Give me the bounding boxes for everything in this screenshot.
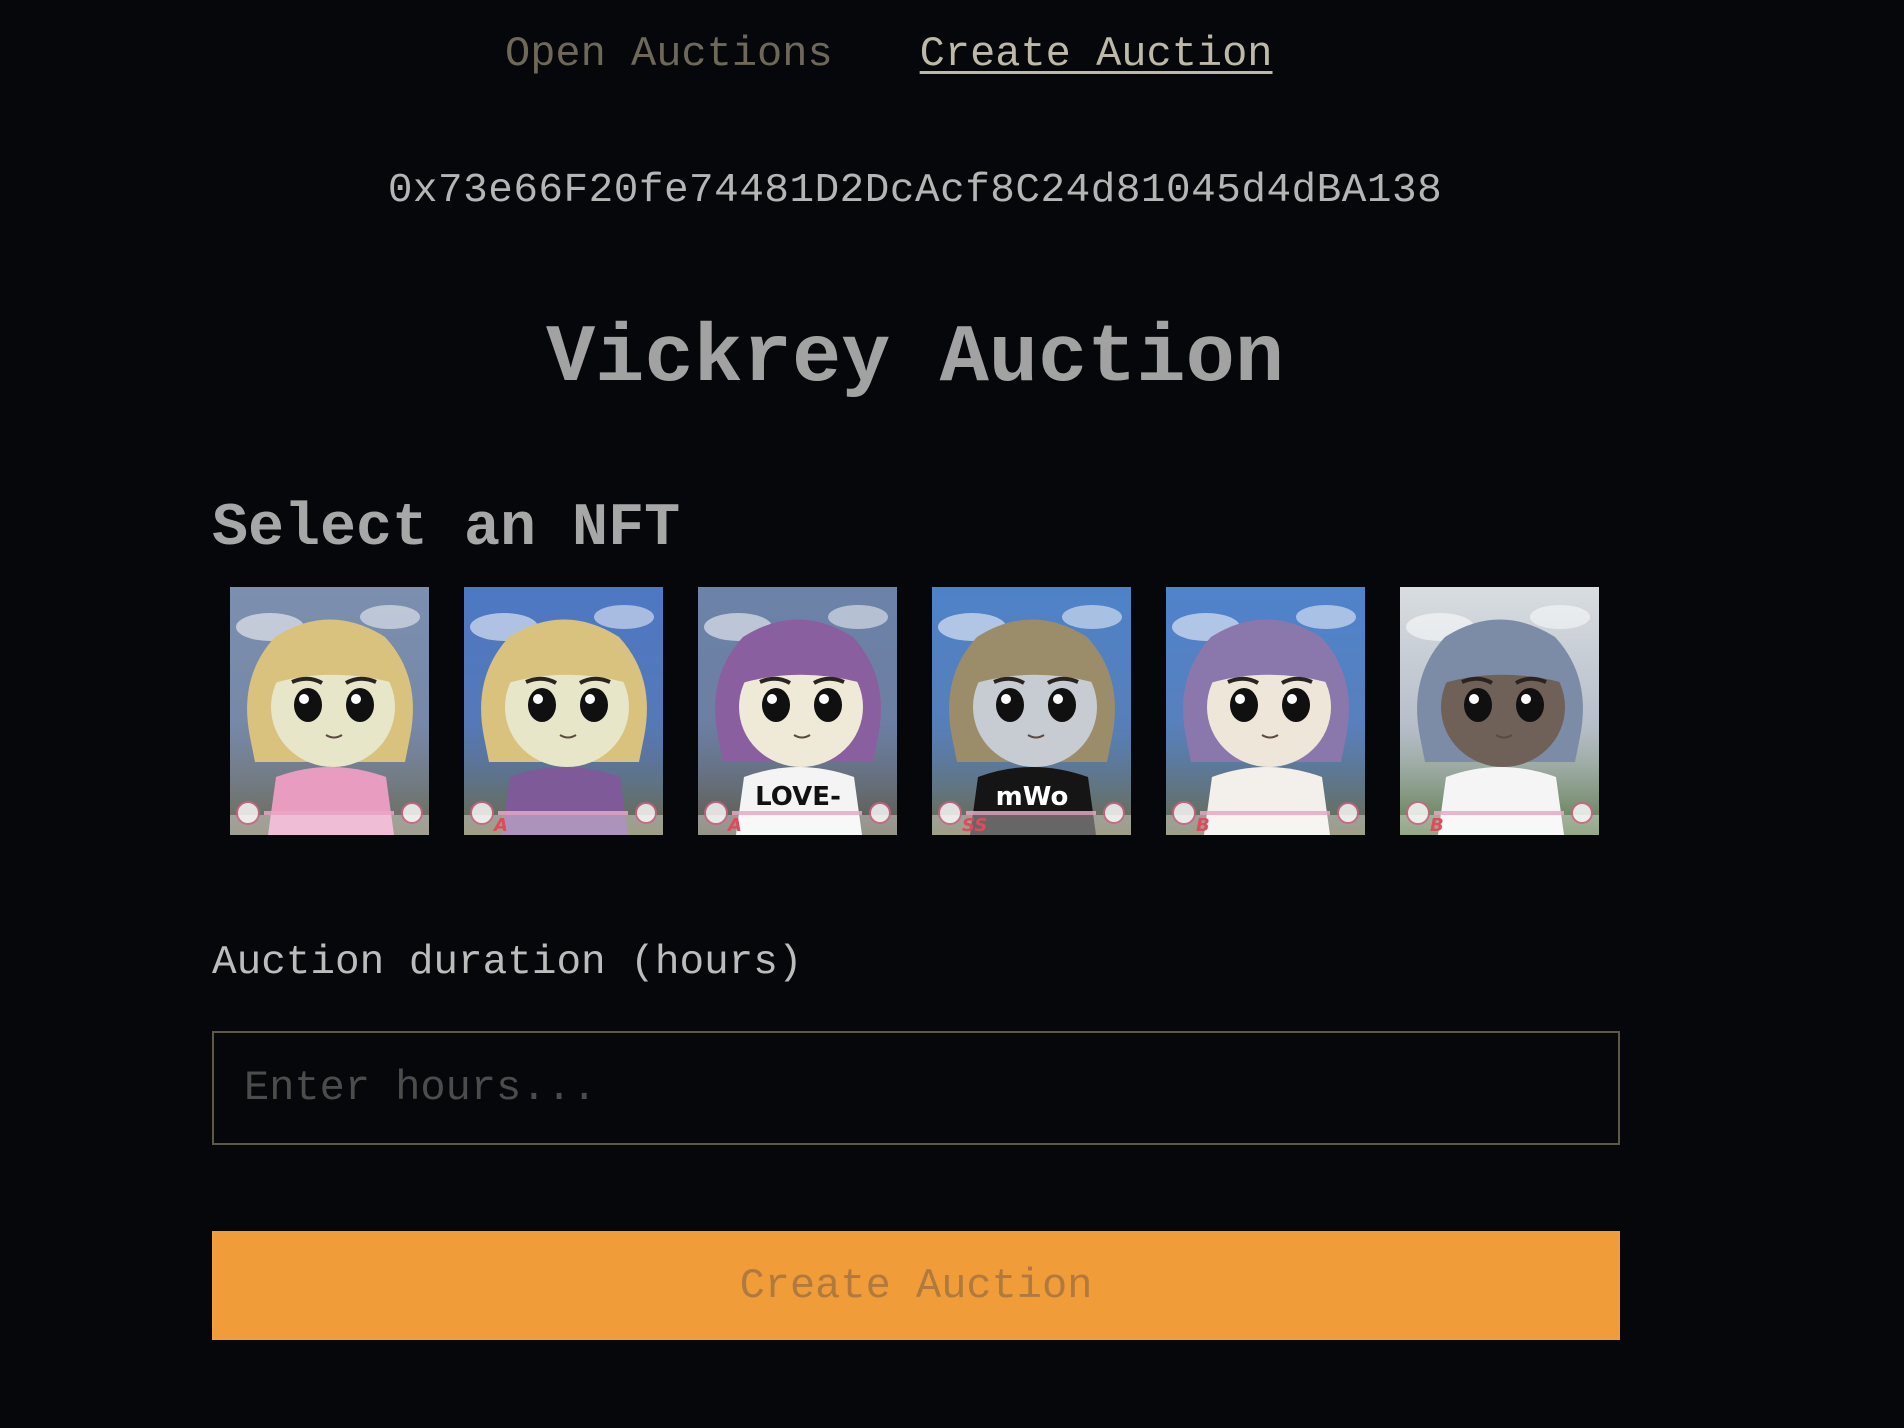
nft-card-6[interactable]: B xyxy=(1400,587,1599,835)
create-auction-page: Open Auctions Create Auction 0x73e66F20f… xyxy=(0,0,1904,1428)
page-title: Vickrey Auction xyxy=(545,312,1285,405)
nft-rank-badge: A xyxy=(492,815,508,835)
nft-avatar-image: B xyxy=(1400,587,1599,835)
nft-card-2[interactable]: A xyxy=(464,587,663,835)
wallet-address: 0x73e66F20fe74481D2DcAcf8C24d81045d4dBA1… xyxy=(387,168,1443,214)
nft-rank-badge: A xyxy=(726,815,742,835)
nft-card-1[interactable] xyxy=(230,587,429,835)
top-nav: Open Auctions Create Auction xyxy=(505,30,1273,78)
auction-duration-label: Auction duration (hours) xyxy=(212,940,803,986)
nft-card-4[interactable]: mWo SS xyxy=(932,587,1131,835)
nav-create-auction-link[interactable]: Create Auction xyxy=(920,30,1273,78)
nft-avatar-image: mWo SS xyxy=(932,587,1131,835)
nft-card-3[interactable]: LOVE- A xyxy=(698,587,897,835)
select-nft-heading: Select an NFT xyxy=(212,495,681,563)
nft-avatar-image: A xyxy=(464,587,663,835)
create-auction-button[interactable]: Create Auction xyxy=(212,1231,1620,1340)
nft-avatar-image: B xyxy=(1166,587,1365,835)
auction-duration-input[interactable] xyxy=(212,1031,1620,1145)
nft-gallery: A LOVE- A mWo SS B B xyxy=(230,587,1599,835)
nft-avatar-image: LOVE- A xyxy=(698,587,897,835)
nft-shirt-text: LOVE- xyxy=(755,782,841,812)
nft-avatar-image xyxy=(230,587,429,835)
nft-rank-badge: SS xyxy=(962,815,987,835)
nft-rank-badge: B xyxy=(1430,815,1444,835)
nft-rank-badge: B xyxy=(1196,815,1210,835)
nft-shirt-text: mWo xyxy=(996,782,1069,812)
nft-card-5[interactable]: B xyxy=(1166,587,1365,835)
nav-open-auctions-link[interactable]: Open Auctions xyxy=(505,30,833,78)
